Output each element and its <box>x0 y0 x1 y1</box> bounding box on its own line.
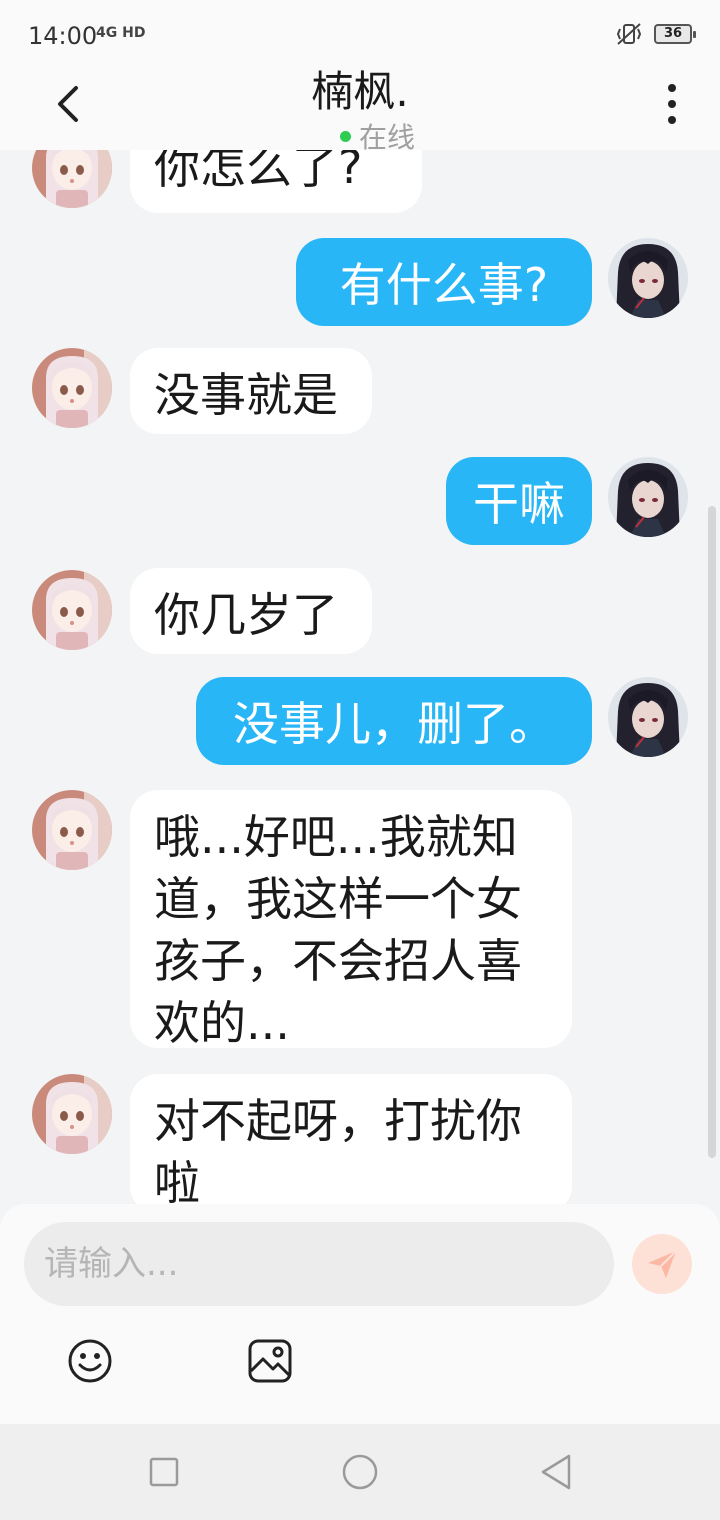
user-avatar[interactable] <box>608 238 688 318</box>
message-input[interactable] <box>24 1222 614 1306</box>
status-right: 36 <box>614 22 696 46</box>
triangle-back-icon <box>541 1454 571 1490</box>
send-button[interactable] <box>632 1234 692 1294</box>
image-button[interactable] <box>246 1337 294 1385</box>
menu-dot <box>668 84 676 92</box>
image-icon <box>248 1339 292 1383</box>
message-bubble-received[interactable]: 你几岁了 <box>130 568 372 654</box>
circle-icon <box>342 1454 378 1490</box>
emoji-icon <box>68 1339 112 1383</box>
message-bubble-sent[interactable]: 干嘛 <box>446 457 592 545</box>
contact-avatar[interactable] <box>32 570 112 650</box>
battery-icon: 36 <box>654 24 696 44</box>
recent-apps-button[interactable] <box>144 1452 184 1492</box>
message-bubble-received[interactable]: 对不起呀，打扰你啦 <box>130 1074 572 1204</box>
scrollbar[interactable] <box>708 506 716 1158</box>
emoji-button[interactable] <box>66 1337 114 1385</box>
menu-dot <box>668 100 676 108</box>
status-time: 14:00 <box>28 22 98 50</box>
message-bubble-sent[interactable]: 没事儿，删了。 <box>196 677 592 765</box>
system-nav-bar <box>0 1424 720 1520</box>
contact-name: 楠枫. <box>311 67 409 116</box>
message-list[interactable]: 你怎么了? 有什么事? 没事就是 干嘛 你几岁了 没事儿，删了。 哦...好吧.… <box>0 150 720 1204</box>
message-bubble-received[interactable]: 没事就是 <box>130 348 372 434</box>
contact-avatar[interactable] <box>32 790 112 870</box>
online-dot-icon <box>340 130 351 142</box>
message-bubble-received[interactable]: 哦...好吧...我就知道，我这样一个女孩子，不会招人喜欢的... <box>130 790 572 1050</box>
chat-header: 楠枫. 在线 <box>0 67 720 154</box>
more-menu-button[interactable] <box>652 82 692 126</box>
contact-avatar[interactable] <box>32 348 112 428</box>
user-avatar[interactable] <box>608 457 688 537</box>
message-bubble-received[interactable]: 你怎么了? <box>130 150 422 213</box>
contact-avatar[interactable] <box>32 1074 112 1154</box>
home-button[interactable] <box>340 1452 380 1492</box>
network-indicator: 4G HD <box>96 25 146 41</box>
composer <box>0 1204 720 1424</box>
system-back-button[interactable] <box>536 1452 576 1492</box>
contact-avatar[interactable] <box>32 150 112 208</box>
user-avatar[interactable] <box>608 677 688 757</box>
vibrate-icon <box>616 23 642 45</box>
menu-dot <box>668 116 676 124</box>
send-icon <box>648 1250 677 1278</box>
square-icon <box>149 1457 179 1487</box>
message-bubble-sent[interactable]: 有什么事? <box>296 238 592 326</box>
